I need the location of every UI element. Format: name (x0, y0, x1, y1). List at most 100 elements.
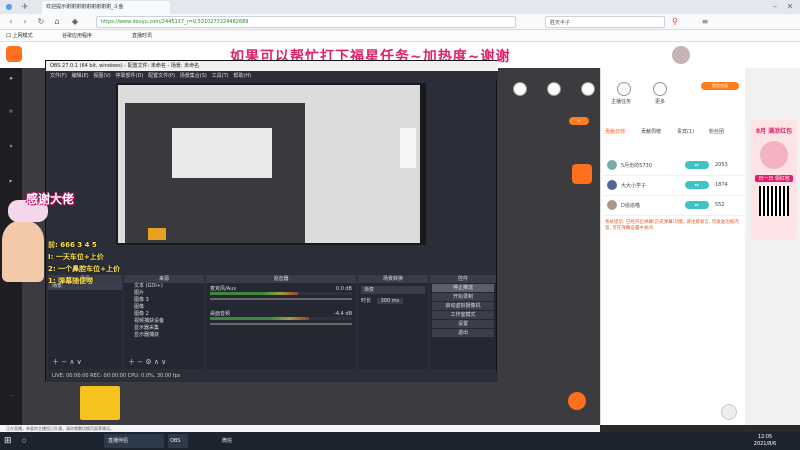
sidebar-game-icon[interactable]: ◈ (2, 143, 20, 148)
gift-line: 1: 弹幕随便唠 (48, 277, 94, 285)
clock-date: 2021/8/6 (753, 441, 777, 447)
taskbar-item[interactable]: 直播伴侣 (104, 434, 164, 448)
stop-stream-button[interactable]: 停止推流 (432, 284, 494, 292)
add-source-icon[interactable]: ＋ − ⚙ ∧ ∨ (128, 357, 166, 367)
avatar (607, 160, 617, 170)
rank-list: 5月份的5730 ▸▸ 2053 大大小学子 ▸▸ 1874 D追追喵 ▸▸ 5… (603, 156, 743, 216)
obs-menubar: 文件(F) 编辑(E) 视图(V) 停靠部件(D) 配置文件(P) 场景集合(S… (46, 71, 498, 81)
ad-column: 8月 满凉红包 日一日 领红包 (745, 68, 800, 425)
list-item[interactable]: D追追喵 ▸▸ 552 (603, 196, 743, 216)
back-icon[interactable]: ‹ (6, 17, 16, 27)
menu-item[interactable]: 帮助(H) (233, 73, 251, 79)
taskbar-item[interactable]: OBS (168, 434, 188, 448)
level-badge: ▸▸ (685, 161, 709, 169)
right-panel: 关注 分享 客户端 主播任务 更多 首次充值 47570 ＋ 贡献日榜 贡献周榜… (507, 68, 745, 425)
gift-card[interactable] (80, 386, 120, 420)
dock-header: 控件 (430, 275, 496, 283)
top-label: 分享 (543, 99, 554, 105)
start-record-button[interactable]: 开始录制 (432, 293, 494, 301)
studio-mode-button[interactable]: 工作室模式 (432, 311, 494, 319)
level-meter (210, 292, 299, 295)
task-icon[interactable] (617, 82, 631, 96)
menu-icon[interactable]: ≡ (700, 17, 710, 27)
bookmark-item[interactable]: 口 上网模式 (6, 32, 33, 39)
settings-button[interactable]: 设置 (432, 320, 494, 328)
source-item[interactable]: 文本 (GDI+) (124, 283, 204, 290)
ad-banner[interactable]: 8月 满凉红包 日一日 领红包 (751, 120, 797, 240)
top-label: 客户端 (577, 99, 593, 105)
rank-score: 552 (715, 202, 725, 208)
close-icon[interactable]: ✕ (785, 2, 795, 12)
mascot-image (2, 220, 44, 282)
system-notice: 系统提示: 已经开启弹幕(历史弹幕)功能, 请注意发言, 勿发送违规内容, 可在… (605, 220, 739, 231)
source-item[interactable]: 视频捕获设备 (124, 318, 204, 325)
download-icon[interactable] (572, 164, 592, 184)
captured-screen-nested (172, 128, 272, 178)
fans-count: 47570 (543, 118, 559, 124)
ad-character (760, 141, 788, 169)
client-icon[interactable] (581, 82, 595, 96)
search-icon[interactable]: ⚲ (670, 17, 680, 27)
level-meter (210, 317, 310, 320)
menu-item[interactable]: 停靠部件(D) (116, 73, 144, 79)
sidebar-video-icon[interactable]: ▶ (2, 178, 20, 183)
menu-item[interactable]: 编辑(E) (72, 73, 89, 79)
sidebar-rank-icon[interactable]: ▤ (2, 108, 20, 113)
avatar (607, 200, 617, 210)
search-input[interactable]: 胜天半子 (545, 16, 665, 28)
list-item[interactable]: 5月份的5730 ▸▸ 2053 (603, 156, 743, 176)
dock-header: 来源 (124, 275, 204, 283)
sidebar-follow-icon[interactable]: ♥ (2, 76, 20, 81)
thanks-text: 感谢大佬 (26, 192, 75, 206)
menu-item[interactable]: 场景集合(S) (180, 73, 207, 79)
bookmark-item[interactable]: 直播时讯 (132, 32, 152, 39)
qr-code (759, 186, 789, 216)
taskbar-item[interactable]: 微信 (220, 434, 240, 448)
list-item[interactable]: 大大小学子 ▸▸ 1874 (603, 176, 743, 196)
follow-icon[interactable] (513, 82, 527, 96)
virtual-camera-button[interactable]: 启动虚拟摄像机 (432, 302, 494, 310)
share-icon[interactable] (547, 82, 561, 96)
new-tab-icon[interactable]: ✈ (20, 2, 30, 12)
exit-button[interactable]: 退出 (432, 329, 494, 337)
bookmark-item[interactable]: 谷歌应用程序 (62, 32, 92, 39)
menu-item[interactable]: 工具(T) (212, 73, 229, 79)
url-input[interactable]: https://www.douyu.com/2445117_r=0.531027… (96, 16, 516, 28)
forward-icon[interactable]: › (20, 17, 30, 27)
source-item[interactable]: 图像 (124, 304, 204, 311)
tab-daily[interactable]: 贡献日榜 (605, 128, 625, 135)
volume-slider[interactable] (210, 298, 352, 300)
source-item[interactable]: 显示器采集 (124, 325, 204, 332)
fans-pill[interactable]: ＋ (569, 117, 589, 125)
volume-slider[interactable] (210, 323, 352, 325)
taskbar-search-icon[interactable]: ○ (22, 434, 26, 448)
tab-fans[interactable]: 粉丝团 (709, 128, 724, 135)
minimize-icon[interactable]: – (770, 2, 780, 12)
transition-select[interactable]: 渐变 (361, 286, 425, 294)
tab-active[interactable]: 欢迎提示谢谢谢谢谢谢谢谢谢_斗鱼 (42, 1, 170, 14)
shield-icon: ◆ (71, 17, 79, 26)
source-item[interactable]: 图片 (124, 290, 204, 297)
avatar[interactable] (672, 46, 690, 64)
duration-row: 时长 300 ms (361, 297, 425, 304)
gift-icon[interactable] (568, 392, 586, 410)
menu-item[interactable]: 文件(F) (50, 73, 67, 79)
chat-icon[interactable] (721, 404, 737, 420)
first-recharge-badge[interactable]: 首次充值 (701, 82, 739, 90)
menu-item[interactable]: 配置文件(P) (148, 73, 175, 79)
source-item[interactable]: 图像 2 (124, 311, 204, 318)
menu-item[interactable]: 视图(V) (93, 73, 110, 79)
source-item[interactable]: 图像 3 (124, 297, 204, 304)
add-scene-icon[interactable]: ＋ − ∧ ∨ (52, 357, 82, 367)
sidebar-more-icon[interactable]: ⋯ (2, 393, 20, 398)
refresh-icon[interactable]: ↻ (36, 17, 46, 27)
tab-weekly[interactable]: 贡献周榜 (641, 128, 661, 135)
source-item[interactable]: 显示器捕获 (124, 332, 204, 339)
site-logo-icon[interactable] (6, 46, 22, 62)
more-icon[interactable] (653, 82, 667, 96)
windows-start-icon[interactable]: ⊞ (4, 434, 12, 448)
duration-input[interactable]: 300 ms (376, 298, 404, 304)
rank-name: D追追喵 (621, 203, 640, 209)
tab-vip[interactable]: 贵宾(1) (677, 128, 694, 135)
home-icon[interactable]: ⌂ (52, 17, 62, 27)
